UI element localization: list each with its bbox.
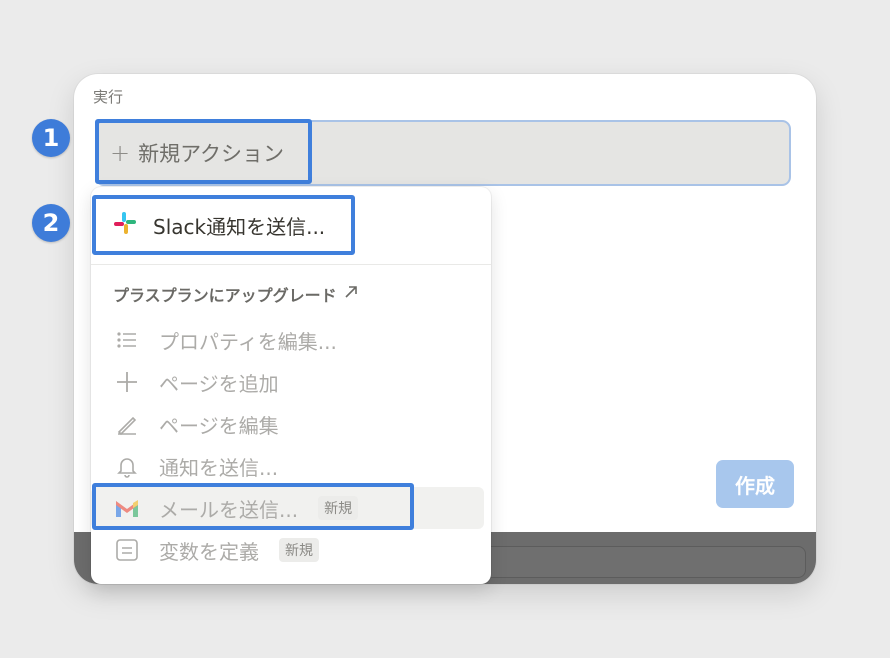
highlight-box-slack	[92, 195, 355, 255]
highlight-box-new-action	[95, 119, 312, 184]
new-badge: 新規	[279, 538, 319, 562]
menu-item-add-page[interactable]: ページを追加	[113, 364, 279, 400]
variable-icon	[113, 536, 141, 564]
upgrade-link[interactable]: プラスプランにアップグレード	[113, 282, 359, 306]
create-button[interactable]: 作成	[716, 460, 794, 508]
menu-divider	[91, 264, 491, 265]
menu-item-send-notification[interactable]: 通知を送信...	[113, 448, 278, 484]
menu-item-define-variable[interactable]: 変数を定義 新規	[113, 532, 319, 568]
menu-item-edit-property[interactable]: プロパティを編集...	[113, 322, 337, 358]
pencil-icon	[113, 410, 141, 438]
highlight-box-mail	[92, 483, 414, 530]
section-label: 実行	[93, 88, 124, 106]
list-icon	[113, 326, 141, 354]
menu-item-label: ページを編集	[159, 413, 279, 438]
step-badge-1: 1	[32, 119, 70, 157]
menu-item-label: 通知を送信...	[159, 455, 279, 480]
arrow-up-right-icon	[343, 284, 359, 304]
upgrade-label: プラスプランにアップグレード	[113, 286, 337, 305]
plus-icon	[113, 368, 141, 396]
bell-icon	[113, 452, 141, 480]
step-badge-2: 2	[32, 204, 70, 242]
menu-item-edit-page[interactable]: ページを編集	[113, 406, 279, 442]
menu-item-label: 変数を定義	[159, 539, 259, 564]
menu-item-label: プロパティを編集...	[159, 329, 337, 354]
menu-item-label: ページを追加	[159, 371, 279, 396]
